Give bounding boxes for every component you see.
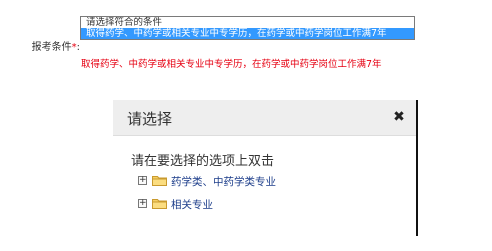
label-colon: : [76, 42, 80, 53]
close-icon[interactable]: ✖ [390, 108, 408, 126]
dialog-border [416, 100, 418, 236]
select-option-placeholder[interactable]: 请选择符合的条件 [81, 17, 414, 28]
dialog-title: 请选择 [127, 110, 173, 128]
folder-icon [152, 199, 167, 209]
expand-plus-icon[interactable]: + [138, 199, 147, 208]
expand-plus-icon[interactable]: + [138, 176, 147, 185]
dialog-instruction: 请在要选择的选项上双击 [131, 154, 275, 169]
exam-condition-hint: 取得药学、中药学或相关专业中专学历，在药学或中药学岗位工作满7年 [81, 59, 382, 70]
dialog-header: 请选择 ✖ [113, 100, 416, 136]
select-option-selected[interactable]: 取得药学、中药学或相关专业中专学历，在药学或中药学岗位工作满7年 [81, 28, 414, 39]
folder-icon [152, 176, 167, 186]
exam-condition-label: 报考条件*: [10, 38, 80, 53]
exam-condition-select[interactable]: 请选择符合的条件 取得药学、中药学或相关专业中专学历，在药学或中药学岗位工作满7… [80, 16, 415, 40]
tree-node-label[interactable]: 药学类、中药学类专业 [171, 174, 276, 189]
exam-condition-label-text: 报考条件 [31, 42, 72, 53]
tree-node-label[interactable]: 相关专业 [171, 197, 213, 212]
